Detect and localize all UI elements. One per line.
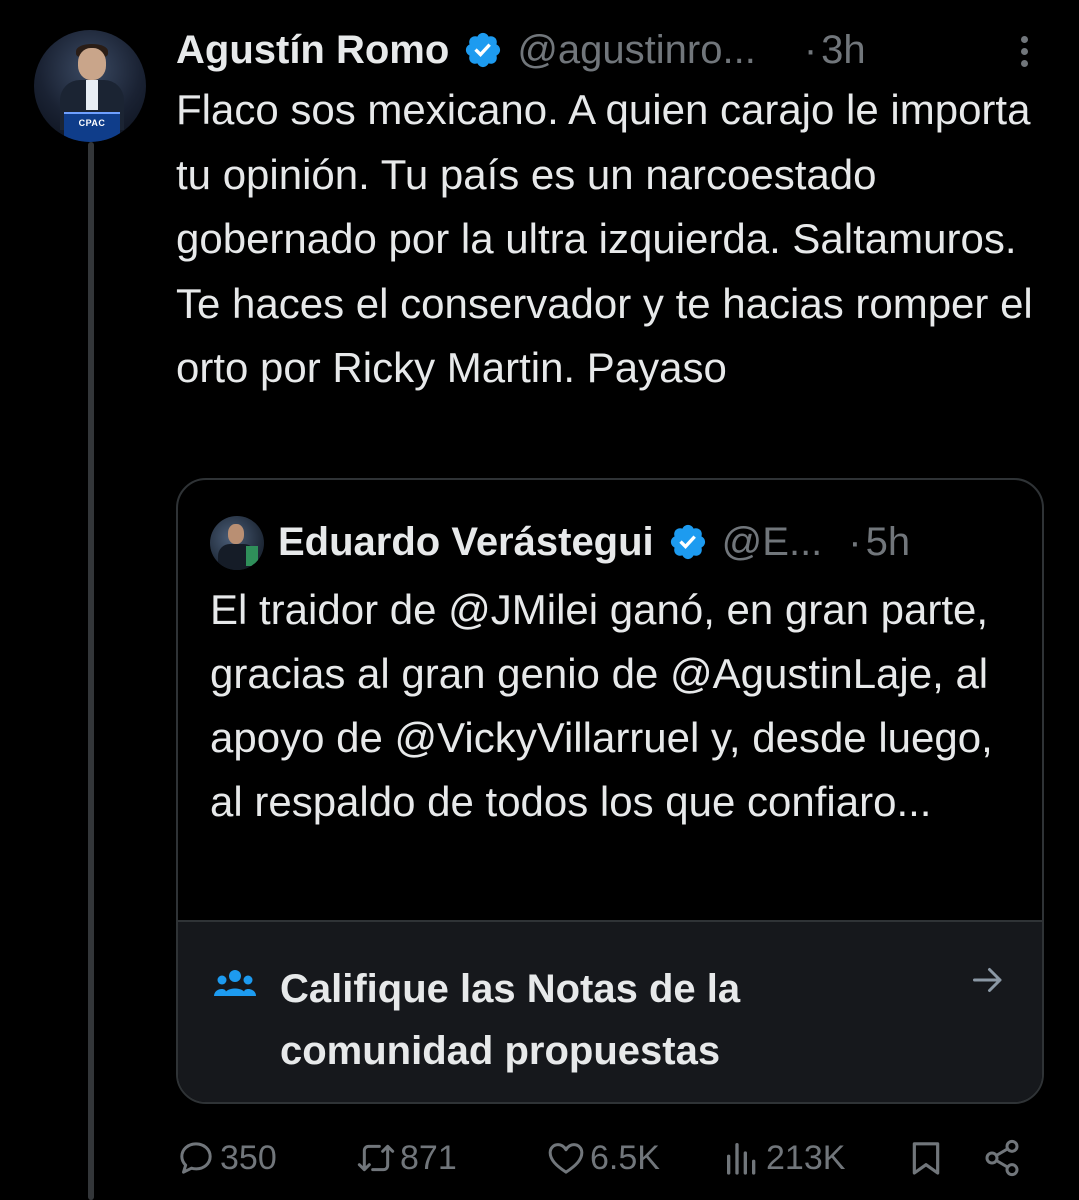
- quoted-author-name[interactable]: Eduardo Verástegui: [278, 520, 654, 565]
- retweet-count: 871: [400, 1138, 457, 1177]
- tweet-time[interactable]: 3h: [821, 28, 866, 73]
- tweet-page: CPAC Agustín Romo @agustinro... · 3h Fla…: [0, 0, 1079, 1200]
- reply-count: 350: [220, 1138, 277, 1177]
- tweet-text: Flaco sos mexicano. A quien carajo le im…: [176, 86, 1033, 391]
- reply-icon: [180, 1142, 212, 1174]
- avatar-podium-label: CPAC: [78, 118, 106, 128]
- verified-badge-icon[interactable]: [463, 30, 503, 70]
- bookmark-button[interactable]: [906, 1128, 946, 1188]
- retweet-icon: [357, 1144, 395, 1172]
- views-count: 213K: [766, 1138, 846, 1177]
- author-avatar[interactable]: CPAC: [34, 30, 146, 142]
- like-button[interactable]: 6.5K: [546, 1128, 660, 1188]
- bookmark-icon: [912, 1142, 940, 1175]
- author-name[interactable]: Agustín Romo: [176, 28, 449, 73]
- quoted-author-handle: @E...: [721, 519, 823, 564]
- thread-line: [88, 142, 94, 1200]
- share-button[interactable]: [982, 1128, 1022, 1188]
- arrow-right-icon[interactable]: [970, 962, 1006, 998]
- retweet-button[interactable]: 871: [356, 1128, 457, 1188]
- like-count: 6.5K: [590, 1138, 660, 1177]
- quoted-tweet[interactable]: Eduardo Verástegui @E... · 5h El traidor…: [176, 478, 1044, 1104]
- tweet-actions: 350 871 6.5K 213K: [0, 1128, 1079, 1188]
- tweet-header: Agustín Romo @agustinro... · 3h: [176, 22, 1056, 78]
- views-chart-icon: [727, 1143, 756, 1175]
- community-notes-prompt[interactable]: Califique las Notas de la comunidad prop…: [178, 920, 1042, 1102]
- verified-badge-icon: [670, 524, 705, 560]
- reply-button[interactable]: 350: [176, 1128, 277, 1188]
- more-options-icon[interactable]: [1014, 36, 1034, 72]
- heart-icon: [548, 1143, 584, 1174]
- views-button[interactable]: 213K: [722, 1128, 845, 1188]
- share-icon: [985, 1139, 1019, 1177]
- header-separator: ·: [803, 27, 818, 72]
- quoted-author-avatar[interactable]: [210, 516, 264, 570]
- quoted-tweet-time: 5h: [865, 519, 911, 564]
- quoted-header: Eduardo Verástegui @E... · 5h: [278, 512, 1028, 572]
- author-handle[interactable]: @agustinro...: [517, 28, 756, 73]
- community-notes-label: Califique las Notas de la comunidad prop…: [280, 967, 741, 1073]
- people-icon: [214, 970, 256, 996]
- quoted-tweet-text: El traidor de @JMilei ganó, en gran part…: [210, 586, 993, 825]
- quoted-header-separator: ·: [848, 519, 862, 564]
